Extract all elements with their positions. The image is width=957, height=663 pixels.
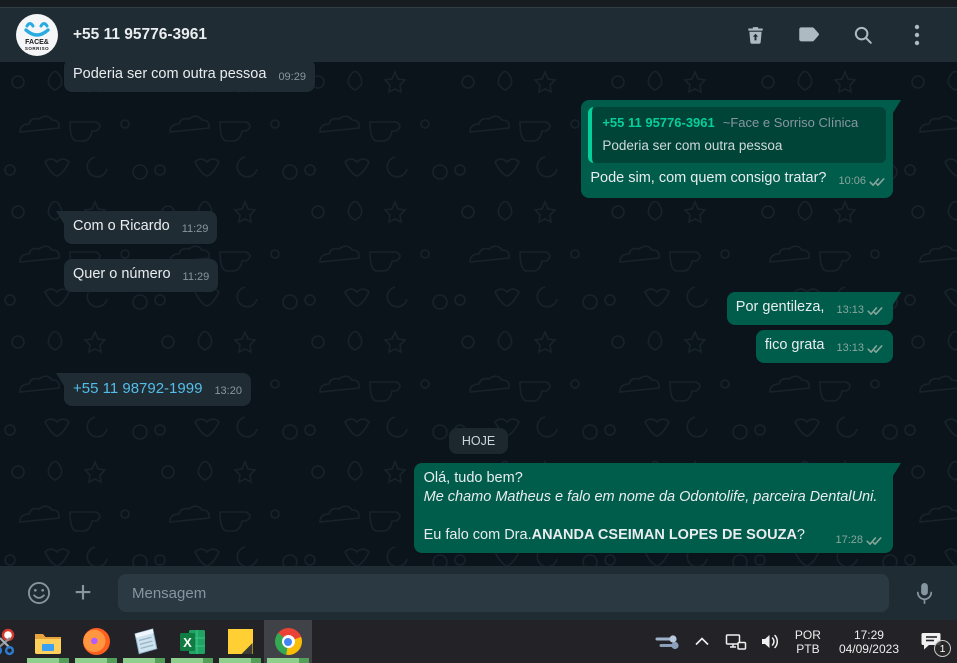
message-input[interactable] bbox=[118, 574, 889, 612]
message-time: 09:29 bbox=[278, 71, 306, 83]
taskbar-snipping-tool-icon[interactable] bbox=[0, 620, 24, 663]
message-text: fico grata bbox=[764, 337, 825, 353]
quote-sender-number: +55 11 95776-3961 bbox=[602, 115, 715, 130]
message-row: Poderia ser com outra pessoa 09:29 bbox=[64, 62, 893, 92]
message-bubble-outgoing[interactable]: fico grata 13:13 bbox=[755, 330, 893, 363]
avatar-text-2: SORRISO bbox=[24, 46, 50, 51]
taskbar-apps: X bbox=[0, 620, 312, 663]
message-row: Olá, tudo bem? Me chamo Matheus e falo e… bbox=[64, 463, 893, 553]
message-line-2: Me chamo Matheus e falo em nome da Odont… bbox=[423, 489, 878, 505]
date-divider: HOJE bbox=[448, 428, 509, 454]
message-text: Pode sim, com quem consigo tratar? bbox=[590, 170, 827, 186]
label-icon[interactable] bbox=[789, 15, 829, 55]
message-time: 11:29 bbox=[182, 271, 210, 283]
message-bubble-outgoing[interactable]: Olá, tudo bem? Me chamo Matheus e falo e… bbox=[413, 463, 893, 553]
double-check-icon bbox=[866, 535, 883, 546]
message-line-spacer bbox=[424, 507, 883, 526]
message-time: 13:13 bbox=[836, 304, 864, 316]
taskbar-excel-icon[interactable]: X bbox=[168, 620, 216, 663]
taskbar-sticky-notes-icon[interactable] bbox=[216, 620, 264, 663]
taskbar-firefox-icon[interactable] bbox=[72, 620, 120, 663]
message-row: Quer o número 11:29 bbox=[64, 259, 893, 292]
contact-avatar[interactable]: FACE& SORRISO bbox=[16, 14, 58, 56]
message-line-4: Eu falo com Dra.ANANDA CSEIMAN LOPES DE … bbox=[423, 527, 805, 543]
chat-area[interactable]: Poderia ser com outra pessoa 09:29 +55 1… bbox=[0, 62, 957, 566]
contact-name[interactable]: +55 11 95776-3961 bbox=[73, 26, 735, 44]
svg-text:X: X bbox=[183, 635, 192, 650]
message-time: 13:20 bbox=[214, 385, 242, 397]
message-line-1: Olá, tudo bem? bbox=[423, 470, 523, 486]
message-composer: + bbox=[0, 566, 957, 620]
date-divider-row: HOJE bbox=[64, 428, 893, 454]
double-check-icon bbox=[867, 343, 884, 354]
message-list: Poderia ser com outra pessoa 09:29 +55 1… bbox=[0, 62, 957, 566]
attach-plus-icon[interactable]: + bbox=[66, 573, 100, 613]
window-top-strip bbox=[0, 0, 957, 8]
message-time: 13:13 bbox=[836, 342, 864, 354]
tray-time: 17:29 bbox=[853, 627, 884, 642]
quoted-message[interactable]: +55 11 95776-3961 ~Face e Sorriso Clínic… bbox=[588, 107, 886, 163]
message-time: 11:29 bbox=[181, 223, 209, 235]
double-check-icon bbox=[867, 305, 884, 316]
tray-wind-app-icon[interactable] bbox=[653, 620, 683, 663]
message-row: +55 11 98792-1999 13:20 bbox=[64, 373, 893, 406]
message-row: +55 11 95776-3961 ~Face e Sorriso Clínic… bbox=[64, 100, 893, 198]
message-bubble-incoming[interactable]: Poderia ser com outra pessoa 09:29 bbox=[64, 62, 315, 92]
emoji-icon[interactable] bbox=[22, 573, 56, 613]
message-bubble-incoming[interactable]: +55 11 98792-1999 13:20 bbox=[64, 373, 251, 406]
windows-taskbar: X POR PTB 17:29 04/09/2023 1 bbox=[0, 620, 957, 663]
double-check-icon bbox=[869, 176, 886, 187]
menu-kebab-icon[interactable] bbox=[897, 15, 937, 55]
message-bubble-incoming[interactable]: Com o Ricardo 11:29 bbox=[64, 211, 218, 244]
avatar-text-1: FACE& bbox=[25, 39, 49, 46]
message-bubble-outgoing[interactable]: Por gentileza, 13:13 bbox=[726, 292, 893, 325]
notification-badge: 1 bbox=[934, 640, 951, 657]
tray-date: 04/09/2023 bbox=[838, 641, 899, 656]
tray-language-indicator[interactable]: POR PTB bbox=[789, 628, 827, 656]
message-row: Por gentileza, 13:13 bbox=[64, 292, 893, 325]
message-text: Poderia ser com outra pessoa bbox=[73, 66, 267, 82]
taskbar-file-explorer-icon[interactable] bbox=[24, 620, 72, 663]
microphone-icon[interactable] bbox=[907, 573, 941, 613]
system-tray: POR PTB 17:29 04/09/2023 1 bbox=[653, 620, 957, 663]
whatsapp-window: FACE& SORRISO +55 11 95776-3961 Poderia … bbox=[0, 0, 957, 663]
message-time: 10:06 bbox=[838, 175, 866, 187]
phone-number-link[interactable]: +55 11 98792-1999 bbox=[73, 379, 202, 398]
taskbar-chrome-icon[interactable] bbox=[264, 620, 312, 663]
message-row: fico grata 13:13 bbox=[64, 330, 893, 363]
message-time: 17:28 bbox=[835, 534, 863, 546]
message-row: Com o Ricardo 11:29 bbox=[64, 211, 893, 244]
tray-clock[interactable]: 17:29 04/09/2023 bbox=[831, 628, 907, 656]
message-text: Quer o número bbox=[73, 266, 171, 282]
taskbar-notepad-icon[interactable] bbox=[120, 620, 168, 663]
trash-icon[interactable] bbox=[735, 15, 775, 55]
message-text: Por gentileza, bbox=[735, 299, 825, 315]
message-bubble-outgoing[interactable]: +55 11 95776-3961 ~Face e Sorriso Clínic… bbox=[581, 100, 893, 198]
header-actions bbox=[735, 15, 937, 55]
tray-network-icon[interactable] bbox=[721, 620, 751, 663]
quote-text: Poderia ser com outra pessoa bbox=[602, 138, 783, 153]
action-center-icon[interactable]: 1 bbox=[911, 620, 953, 663]
tray-volume-icon[interactable] bbox=[755, 620, 785, 663]
chat-header: FACE& SORRISO +55 11 95776-3961 bbox=[0, 8, 957, 62]
tray-hidden-icons-chevron[interactable] bbox=[687, 620, 717, 663]
message-text: Com o Ricardo bbox=[73, 218, 170, 234]
search-icon[interactable] bbox=[843, 15, 883, 55]
message-bubble-incoming[interactable]: Quer o número 11:29 bbox=[64, 259, 219, 292]
quote-sender-name: ~Face e Sorriso Clínica bbox=[722, 115, 859, 130]
